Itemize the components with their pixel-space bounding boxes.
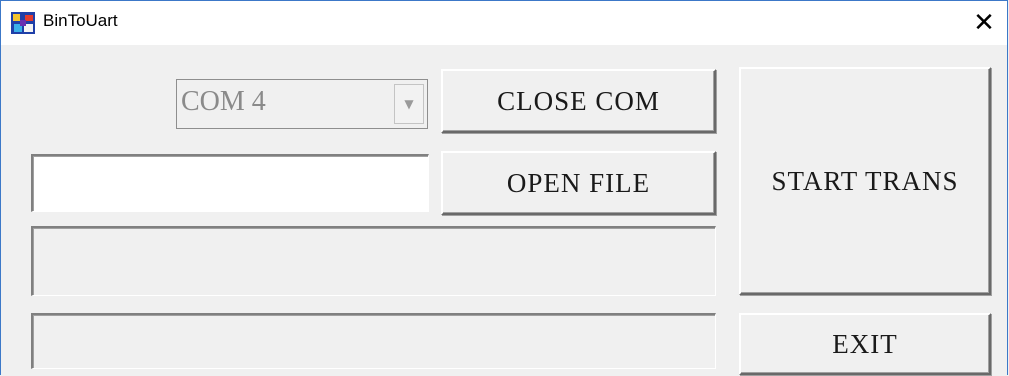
com-port-selected-value: COM 4 (181, 86, 266, 117)
close-icon: ✕ (973, 8, 995, 38)
close-com-button[interactable]: CLOSE COM (441, 69, 716, 133)
transfer-progress-bar (31, 226, 716, 296)
app-logo-icon (11, 12, 35, 34)
open-file-button[interactable]: OPEN FILE (441, 151, 716, 215)
status-progress-bar (31, 313, 716, 369)
start-trans-button[interactable]: START TRANS (739, 67, 991, 295)
dropdown-arrow-button[interactable]: ▼ (394, 84, 424, 124)
com-port-select[interactable]: COM 4 ▼ (176, 79, 428, 129)
exit-button[interactable]: EXIT (739, 313, 991, 375)
window-title: BinToUart (43, 11, 118, 30)
file-path-input[interactable] (31, 154, 429, 212)
title-bar[interactable]: BinToUart ✕ (1, 1, 1007, 45)
app-window: BinToUart ✕ COM 4 ▼ CLOSE COM OPEN FILE … (0, 0, 1008, 375)
window-close-button[interactable]: ✕ (961, 1, 1007, 45)
chevron-down-icon: ▼ (404, 97, 414, 111)
